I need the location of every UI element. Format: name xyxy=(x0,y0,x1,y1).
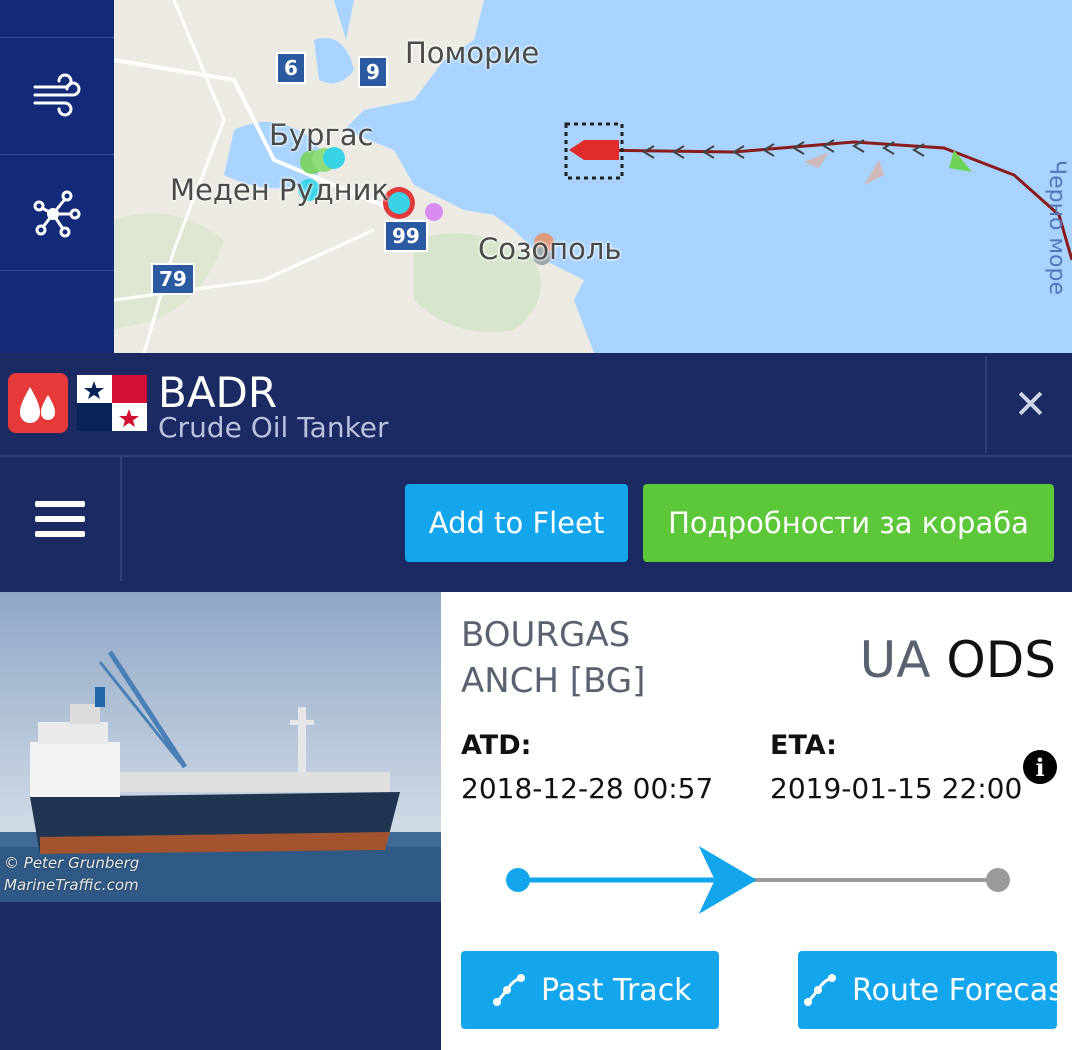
route-badge-99: 99 xyxy=(384,220,428,252)
route-forecast-icon xyxy=(804,974,836,1006)
rail-empty-slot xyxy=(0,270,114,354)
vessel-details-button[interactable]: Подробности за кораба xyxy=(643,484,1054,562)
past-track-label: Past Track xyxy=(541,972,692,1008)
menu-button[interactable] xyxy=(0,457,122,581)
photo-credit-author: © Peter Grunberg xyxy=(4,854,140,872)
close-icon: ✕ xyxy=(1013,381,1048,428)
past-track-button[interactable]: Past Track xyxy=(461,951,719,1029)
track-icon xyxy=(493,974,525,1006)
map-label-burgas: Бургас xyxy=(269,118,374,152)
close-button[interactable]: ✕ xyxy=(985,356,1072,453)
tanker-type-icon xyxy=(8,373,68,433)
departure-port: BOURGAS ANCH [BG] xyxy=(461,615,646,701)
info-icon[interactable]: i xyxy=(1023,750,1057,784)
destination-country: UA xyxy=(859,631,931,689)
route-forecast-button[interactable]: Route Forecast xyxy=(798,951,1057,1029)
destination-code: ODS xyxy=(946,631,1056,689)
route-badge-6: 6 xyxy=(276,52,306,84)
photo-credit-site: MarineTraffic.com xyxy=(4,876,139,894)
network-icon xyxy=(33,190,81,238)
map-label-meden-rudnik: Меден Рудник xyxy=(170,173,389,207)
photo-credit: © Peter Grunberg MarineTraffic.com xyxy=(4,852,139,896)
map-label-black-sea: Черно море xyxy=(1044,160,1069,295)
panama-flag-icon xyxy=(77,375,147,435)
atd-label: ATD: xyxy=(461,730,532,761)
map-view[interactable]: Поморие Бургас Меден Рудник Созополь Чер… xyxy=(114,0,1072,353)
left-rail xyxy=(0,0,114,353)
add-to-fleet-button[interactable]: Add to Fleet xyxy=(405,484,628,562)
vessel-type: Crude Oil Tanker xyxy=(158,411,389,444)
progress-end-dot xyxy=(986,868,1010,892)
atd-value: 2018-12-28 00:57 xyxy=(461,772,714,805)
destination-port: UA ODS xyxy=(800,628,1056,692)
progress-start-dot xyxy=(506,868,530,892)
map-label-sozopol: Созополь xyxy=(478,232,622,266)
network-layer-button[interactable] xyxy=(0,154,114,269)
wind-icon xyxy=(33,73,81,117)
route-badge-9: 9 xyxy=(358,56,388,88)
route-badge-79: 79 xyxy=(151,263,195,295)
photo-panel-background xyxy=(0,902,441,1050)
voyage-progress xyxy=(506,846,1010,914)
wind-layer-button[interactable] xyxy=(0,37,114,152)
route-forecast-label: Route Forecast xyxy=(852,972,1057,1008)
eta-label: ETA: xyxy=(770,730,837,761)
map-label-pomorie: Поморие xyxy=(405,36,540,70)
eta-value: 2019-01-15 22:00 xyxy=(770,772,1023,805)
hamburger-icon xyxy=(35,501,85,537)
